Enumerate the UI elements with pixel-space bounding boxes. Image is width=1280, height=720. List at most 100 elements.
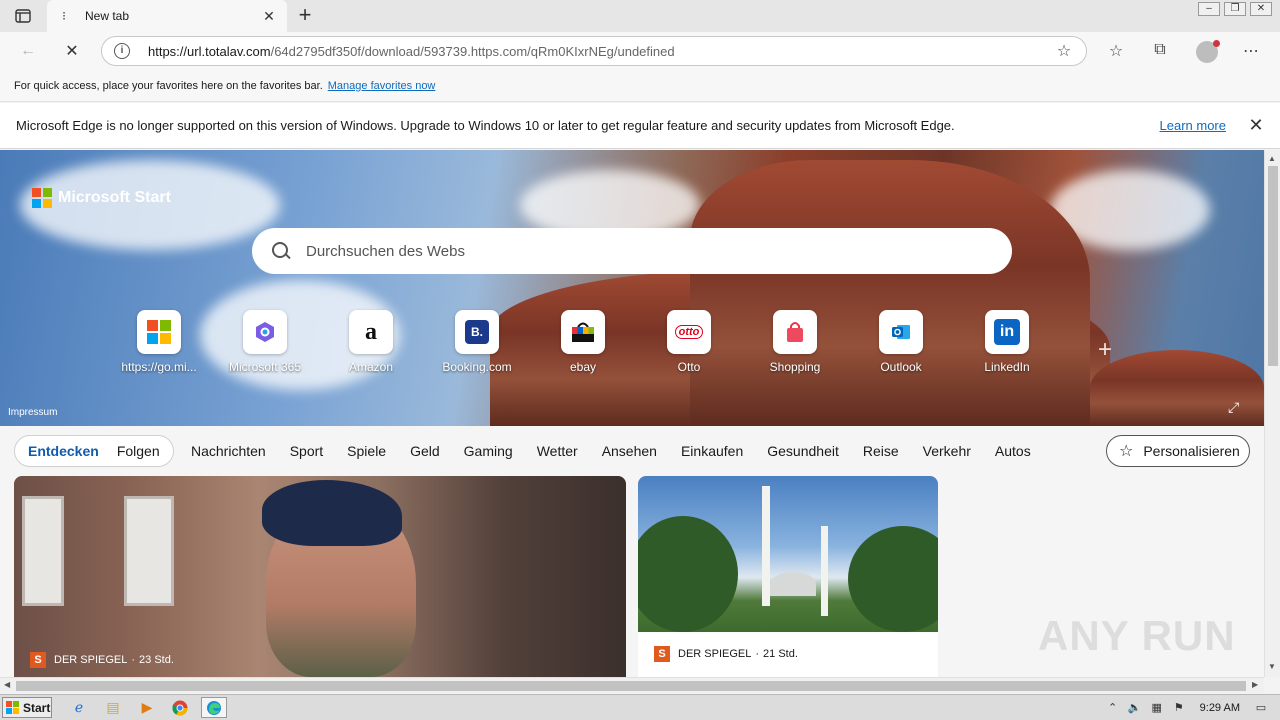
- quick-link-tile[interactable]: https://go.mi...: [106, 310, 212, 374]
- volume-icon[interactable]: 🔈: [1128, 701, 1142, 714]
- category-link[interactable]: Autos: [995, 443, 1031, 459]
- category-link[interactable]: Wetter: [537, 443, 578, 459]
- booking-icon: B.: [455, 310, 499, 354]
- scroll-thumb[interactable]: [16, 681, 1246, 691]
- quick-link-tile[interactable]: Shopping: [742, 310, 848, 374]
- linkedin-icon: in: [985, 310, 1029, 354]
- start-label: Start: [23, 700, 51, 715]
- restore-icon[interactable]: ❐: [1224, 2, 1246, 16]
- quick-link-tile[interactable]: in LinkedIn: [954, 310, 1060, 374]
- tab-close-icon[interactable]: ✕: [261, 8, 277, 24]
- navigation-bar: ← ✕ i https://url.totalav.com/64d2795df3…: [0, 32, 1280, 70]
- new-tab-button[interactable]: +: [294, 4, 316, 27]
- edge-icon[interactable]: [201, 697, 227, 718]
- minaret-decoration: [762, 486, 770, 606]
- profile-avatar[interactable]: [1196, 40, 1220, 63]
- network-icon[interactable]: ▦: [1150, 701, 1164, 714]
- tray-expand-icon[interactable]: ⌃: [1106, 701, 1120, 714]
- card-source: S DER SPIEGEL · 21 Std.: [654, 646, 798, 662]
- minimize-icon[interactable]: –: [1198, 2, 1220, 16]
- scroll-up-icon[interactable]: ▲: [1268, 154, 1276, 163]
- category-link[interactable]: Nachrichten: [191, 443, 266, 459]
- m365-icon: [243, 310, 287, 354]
- source-name: DER SPIEGEL: [54, 654, 128, 666]
- learn-more-link[interactable]: Learn more: [1160, 118, 1226, 133]
- microsoft-logo-icon: [32, 188, 52, 208]
- file-explorer-icon[interactable]: ▤: [100, 697, 126, 718]
- impressum-link[interactable]: Impressum: [8, 407, 57, 418]
- show-desktop-icon[interactable]: ▭: [1254, 701, 1268, 714]
- category-link[interactable]: Ansehen: [602, 443, 657, 459]
- favorites-icon[interactable]: ☆: [1105, 41, 1127, 63]
- quick-link-label: Booking.com: [442, 360, 512, 374]
- feed-navigation: Entdecken Folgen Nachrichten Sport Spiel…: [0, 426, 1264, 474]
- stop-loading-icon[interactable]: ✕: [60, 40, 84, 62]
- quick-link-tile[interactable]: ebay: [530, 310, 636, 374]
- outlook-icon: [879, 310, 923, 354]
- category-link[interactable]: Reise: [863, 443, 899, 459]
- back-arrow-icon[interactable]: ←: [16, 40, 40, 62]
- quick-link-tile[interactable]: Outlook: [848, 310, 954, 374]
- tab-actions-icon[interactable]: [10, 6, 36, 26]
- news-card[interactable]: S DER SPIEGEL · 21 Std.: [638, 476, 938, 677]
- source-name: DER SPIEGEL: [678, 648, 752, 660]
- more-options-icon[interactable]: ⋯: [1240, 41, 1262, 63]
- sparkle-star-icon: ☆: [1119, 443, 1134, 460]
- infobar-message: Microsoft Edge is no longer supported on…: [16, 118, 955, 133]
- scroll-down-icon[interactable]: ▼: [1268, 662, 1276, 671]
- personalize-button[interactable]: ☆ Personalisieren: [1106, 435, 1250, 467]
- start-button[interactable]: Start: [2, 697, 52, 718]
- start-page: Microsoft Start https://go.mi... Microso…: [0, 150, 1264, 677]
- web-search-box[interactable]: [252, 228, 1012, 274]
- ebay-icon: [561, 310, 605, 354]
- close-window-icon[interactable]: ✕: [1250, 2, 1272, 16]
- windows-icon: [137, 310, 181, 354]
- quick-link-tile[interactable]: otto Otto: [636, 310, 742, 374]
- category-link[interactable]: Spiele: [347, 443, 386, 459]
- news-card-featured[interactable]: S DER SPIEGEL · 23 Std.: [14, 476, 626, 677]
- category-link[interactable]: Verkehr: [923, 443, 971, 459]
- quick-link-label: LinkedIn: [984, 360, 1030, 374]
- personalize-label: Personalisieren: [1143, 443, 1240, 459]
- expand-icon[interactable]: ⤢: [1228, 399, 1242, 415]
- category-link[interactable]: Geld: [410, 443, 440, 459]
- quick-link-label: Outlook: [880, 360, 922, 374]
- address-url[interactable]: https://url.totalav.com/64d2795df350f/do…: [148, 44, 1054, 59]
- quick-link-tile[interactable]: a Amazon: [318, 310, 424, 374]
- address-bar[interactable]: i https://url.totalav.com/64d2795df350f/…: [101, 36, 1087, 66]
- action-center-flag-icon[interactable]: ⚑: [1172, 701, 1186, 714]
- category-link[interactable]: Gaming: [464, 443, 513, 459]
- internet-explorer-icon[interactable]: ℯ: [66, 697, 92, 718]
- scroll-right-icon[interactable]: ▶: [1252, 680, 1258, 689]
- category-link[interactable]: Einkaufen: [681, 443, 743, 459]
- scroll-thumb[interactable]: [1268, 166, 1278, 366]
- tab-new-tab[interactable]: ⁝ New tab ✕: [47, 0, 287, 32]
- microsoft-start-logo[interactable]: Microsoft Start: [32, 188, 171, 208]
- collections-icon[interactable]: ⧉: [1149, 41, 1171, 63]
- spiegel-logo-icon: S: [654, 646, 670, 662]
- quick-link-tile[interactable]: B. Booking.com: [424, 310, 530, 374]
- media-player-icon[interactable]: ▶: [134, 697, 160, 718]
- add-quick-link-icon[interactable]: +: [1098, 336, 1112, 364]
- clock[interactable]: 9:29 AM: [1200, 702, 1240, 714]
- chrome-icon[interactable]: [167, 697, 193, 718]
- category-list: Nachrichten Sport Spiele Geld Gaming Wet…: [191, 443, 1055, 459]
- site-info-icon[interactable]: i: [114, 43, 130, 59]
- quick-link-label: Microsoft 365: [228, 360, 302, 374]
- vertical-scrollbar[interactable]: ▲ ▼: [1264, 150, 1280, 677]
- horizontal-scrollbar[interactable]: ◀ ▶: [0, 677, 1264, 693]
- category-link[interactable]: Sport: [290, 443, 323, 459]
- source-age: 21 Std.: [763, 648, 798, 660]
- infobar-close-icon[interactable]: ✕: [1246, 116, 1266, 136]
- card-source: S DER SPIEGEL · 23 Std.: [30, 652, 174, 668]
- category-link[interactable]: Gesundheit: [767, 443, 839, 459]
- tab-folgen[interactable]: Folgen: [108, 443, 169, 459]
- quick-link-tile[interactable]: Microsoft 365: [212, 310, 318, 374]
- title-bar: ⁝ New tab ✕ + – ❐ ✕: [0, 0, 1280, 32]
- manage-favorites-link[interactable]: Manage favorites now: [328, 80, 436, 92]
- scroll-left-icon[interactable]: ◀: [4, 680, 10, 689]
- search-input[interactable]: [306, 242, 906, 260]
- otto-icon: otto: [667, 310, 711, 354]
- tab-entdecken[interactable]: Entdecken: [19, 443, 108, 459]
- add-favorite-icon[interactable]: ☆: [1054, 41, 1074, 61]
